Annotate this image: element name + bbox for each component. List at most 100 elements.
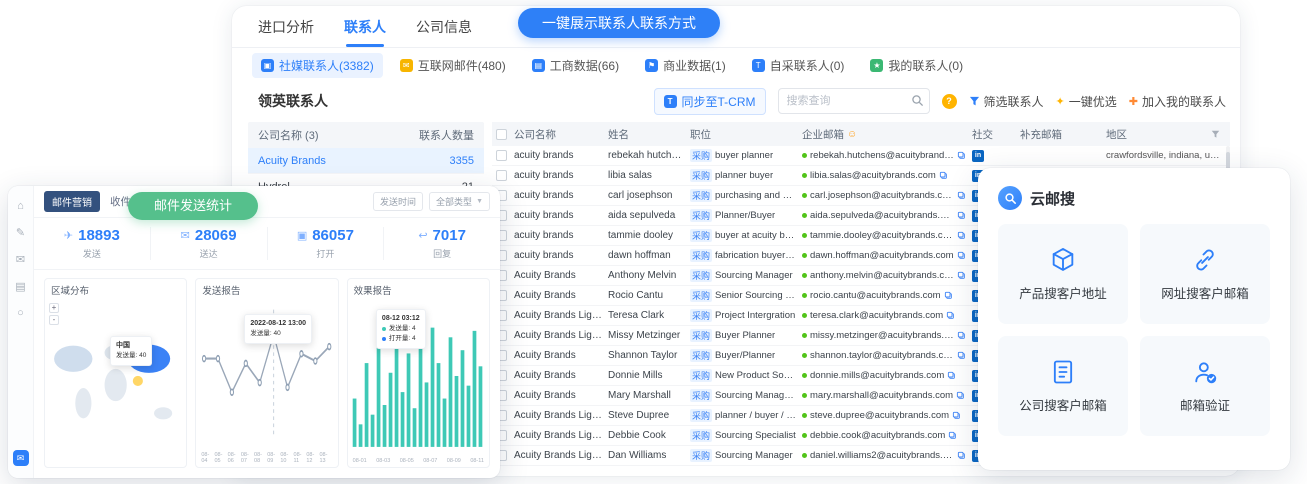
tab-2[interactable]: 公司信息 <box>416 6 472 47</box>
stat-opened: ▣86057 打开 <box>268 227 385 260</box>
add-to-my-contacts-button[interactable]: ✚ 加入我的联系人 <box>1129 93 1226 110</box>
position-cell: 采购Sourcing Manager <box>690 449 802 462</box>
social-contacts-icon: ▣ <box>261 59 274 72</box>
valid-dot-icon <box>802 453 807 458</box>
url-search-email-label: 网址搜客户邮箱 <box>1161 283 1249 302</box>
select-all-checkbox[interactable] <box>496 129 507 140</box>
role-tag: 采购 <box>690 429 712 442</box>
email-cell: steve.dupree@acuitybrands.com <box>802 410 972 421</box>
position-cell: 采购Buyer Planner <box>690 329 802 342</box>
copy-icon[interactable] <box>952 411 961 420</box>
position-cell: 采购Sourcing Manager <box>690 269 802 282</box>
in-social-icon[interactable]: in <box>972 150 984 162</box>
line-tooltip: 2022-08-12 13:00 发送量: 40 <box>244 314 312 344</box>
source-tab-5[interactable]: ★我的联系人(0) <box>861 53 972 78</box>
email-cell: daniel.williams2@acuitybrands.com <box>802 450 972 461</box>
email-verify-tile[interactable]: 邮箱验证 <box>1140 336 1270 436</box>
name-cell: tammie dooley <box>608 226 690 246</box>
name-cell: Rocio Cantu <box>608 286 690 306</box>
search-input[interactable] <box>778 88 930 114</box>
position-cell: 采购Project Intergration <box>690 309 802 322</box>
valid-dot-icon <box>802 393 807 398</box>
copy-icon[interactable] <box>956 391 965 400</box>
name-cell: libia salas <box>608 166 690 186</box>
copy-icon[interactable] <box>957 211 966 220</box>
section-title: 领英联系人 <box>258 91 328 111</box>
role-tag: 采购 <box>690 409 712 422</box>
valid-dot-icon <box>802 313 807 318</box>
filter-contacts-button[interactable]: 筛选联系人 <box>969 93 1044 110</box>
copy-icon[interactable] <box>957 351 966 360</box>
ledger-icon <box>1049 358 1077 386</box>
list-icon[interactable]: ▤ <box>15 280 25 293</box>
copy-icon[interactable] <box>957 151 966 160</box>
copy-icon[interactable] <box>948 431 957 440</box>
row-checkbox[interactable] <box>496 150 507 161</box>
role-tag: 采购 <box>690 229 712 242</box>
header-company: 公司名称 <box>514 127 608 142</box>
copy-icon[interactable] <box>957 191 966 200</box>
position-cell: 采购Sourcing Specialist <box>690 429 802 442</box>
mail-app-icon[interactable]: ✉ <box>13 450 29 466</box>
email-quality-icon: ☺ <box>847 129 857 140</box>
company-cell: acuity brands <box>514 206 608 226</box>
company-cell: Acuity Brands Lighting <box>514 446 608 466</box>
copy-icon[interactable] <box>946 311 955 320</box>
role-tag: 采购 <box>690 289 712 302</box>
role-tag: 采购 <box>690 389 712 402</box>
source-tab-0[interactable]: ▣ 社媒联系人(3382) <box>252 53 383 78</box>
role-tag: 采购 <box>690 249 712 262</box>
company-cell: Acuity Brands Lighting <box>514 426 608 446</box>
contact-count-header: 联系人数量 <box>419 127 474 143</box>
clock-icon[interactable]: ○ <box>17 307 24 319</box>
source-tab-2[interactable]: ▤工商数据(66) <box>523 53 628 78</box>
source-tab-3[interactable]: ⚑商业数据(1) <box>636 53 735 78</box>
bar-x-labels: 08-0108-0308-0508-0708-0908-11 <box>348 458 489 467</box>
search-icon[interactable] <box>911 94 924 107</box>
stat-opened-label: 打开 <box>268 247 384 260</box>
url-search-email-tile[interactable]: 网址搜客户邮箱 <box>1140 224 1270 324</box>
email-cell: mary.marshall@acuitybrands.com <box>802 390 972 401</box>
source-tab-label: 我的联系人(0) <box>888 57 963 74</box>
sync-tcrm-button[interactable]: T 同步至T-CRM <box>654 88 766 115</box>
zoom-in-button[interactable]: + <box>49 303 59 313</box>
copy-icon[interactable] <box>957 271 966 280</box>
zoom-out-button[interactable]: - <box>49 315 59 325</box>
help-icon[interactable]: ? <box>942 94 957 109</box>
cloud-search-logo-icon <box>998 186 1022 210</box>
copy-icon[interactable] <box>957 331 966 340</box>
copy-icon[interactable] <box>957 251 966 260</box>
email-cell: rocio.cantu@acuitybrands.com <box>802 290 972 301</box>
stat-replied: ↩7017 回复 <box>384 227 500 260</box>
copy-icon[interactable] <box>944 291 953 300</box>
tab-0[interactable]: 进口分析 <box>258 6 314 47</box>
mail-icon[interactable]: ✉ <box>16 253 25 266</box>
one-click-optimize-button[interactable]: ✦ 一键优选 <box>1056 93 1117 110</box>
home-icon[interactable]: ⌂ <box>17 200 24 212</box>
main-tabs: 进口分析联系人公司信息 <box>232 6 1240 48</box>
company-table-header: 公司名称 (3) 联系人数量 <box>248 122 484 148</box>
copy-icon[interactable] <box>957 231 966 240</box>
source-tab-label: 社媒联系人(3382) <box>279 57 374 74</box>
name-cell: dawn hoffman <box>608 246 690 266</box>
copy-icon[interactable] <box>939 171 948 180</box>
copy-icon[interactable] <box>947 371 956 380</box>
contact-row[interactable]: acuity brands rebekah hutchens 采购buyer p… <box>492 146 1230 166</box>
compose-icon[interactable]: ✎ <box>16 226 25 239</box>
column-filter-icon[interactable] <box>1211 130 1220 139</box>
send-time-filter[interactable]: 发送时间 <box>373 192 423 211</box>
cloud-card-title: 云邮搜 <box>1030 188 1075 209</box>
position-cell: 采购planner / buyer / pro <box>690 409 802 422</box>
tab-1[interactable]: 联系人 <box>344 6 386 47</box>
source-tab-1[interactable]: ✉互联网邮件(480) <box>391 53 515 78</box>
source-tab-4[interactable]: T自采联系人(0) <box>743 53 854 78</box>
role-tag: 采购 <box>690 189 712 202</box>
company-search-email-tile[interactable]: 公司搜客户邮箱 <box>998 336 1128 436</box>
mail-marketing-tab[interactable]: 邮件营销 <box>44 191 100 212</box>
company-row[interactable]: Acuity Brands3355 <box>248 148 484 174</box>
type-filter[interactable]: 全部类型▼ <box>429 192 490 211</box>
social-cell: in <box>972 150 1020 162</box>
row-checkbox[interactable] <box>496 170 507 181</box>
product-search-address-tile[interactable]: 产品搜客户地址 <box>998 224 1128 324</box>
copy-icon[interactable] <box>957 451 966 460</box>
